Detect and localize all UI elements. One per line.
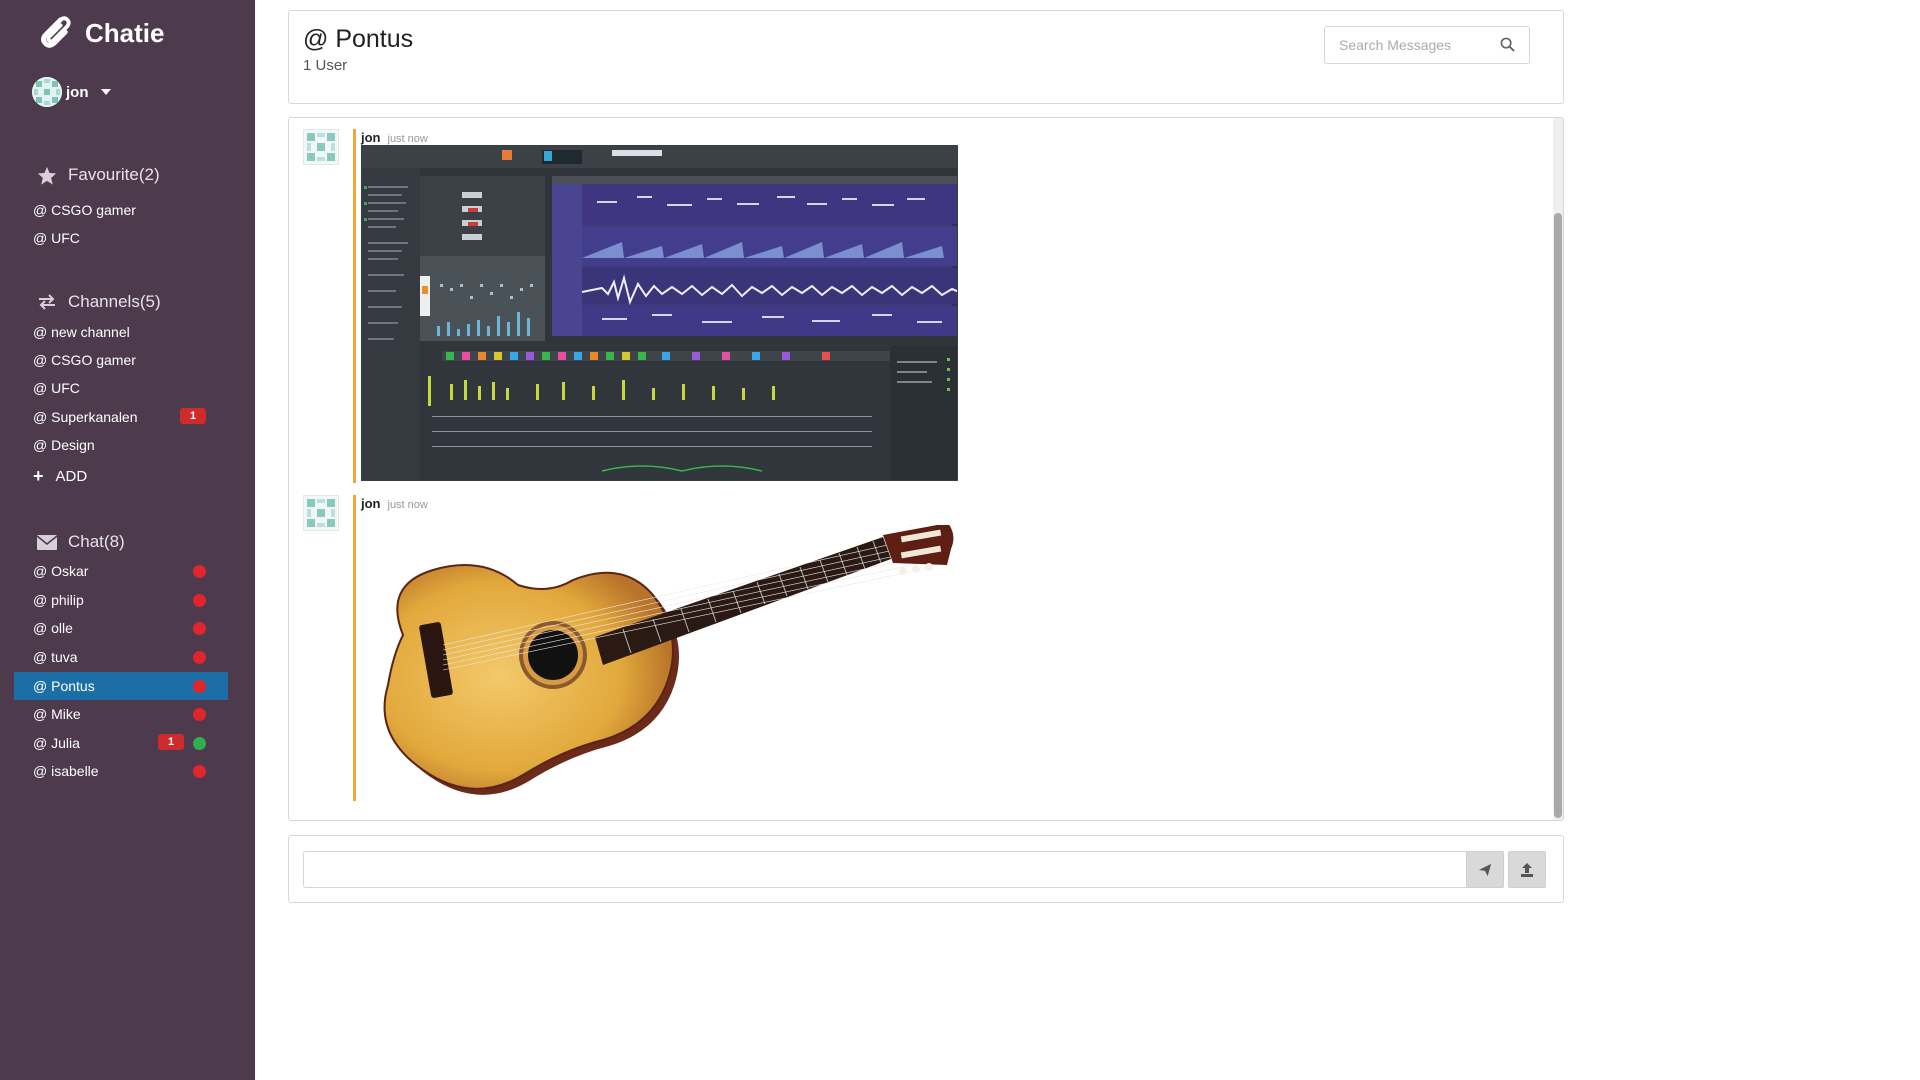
channels-title: Channels(5) bbox=[68, 292, 161, 311]
chat-item-olle[interactable]: @ olle bbox=[14, 614, 228, 642]
sidebar: Chatie jon Favourite(2) @ CSGO gamer @ U… bbox=[0, 0, 255, 1080]
chat-item-tuva[interactable]: @ tuva bbox=[14, 643, 228, 671]
channel-item-new-channel[interactable]: @ new channel bbox=[14, 318, 228, 346]
unread-badge: 1 bbox=[158, 734, 184, 750]
status-dot-offline bbox=[193, 651, 206, 664]
chat-item-oskar[interactable]: @ Oskar bbox=[14, 557, 228, 585]
send-icon bbox=[1478, 863, 1492, 876]
avatar bbox=[32, 77, 62, 107]
user-name: jon bbox=[66, 83, 89, 101]
channel-item-label: @ new channel bbox=[33, 324, 130, 340]
message-accent-bar bbox=[353, 495, 356, 801]
chat-title: Chat(8) bbox=[68, 532, 125, 551]
status-dot-offline bbox=[193, 594, 206, 607]
room-title: @ Pontus bbox=[303, 25, 414, 53]
message-avatar bbox=[303, 129, 339, 165]
upload-icon bbox=[1521, 862, 1533, 877]
chat-item-mike[interactable]: @ Mike bbox=[14, 700, 228, 728]
message: jon just now bbox=[303, 495, 983, 801]
search-icon[interactable] bbox=[1500, 37, 1515, 52]
message-timestamp: just now bbox=[387, 499, 428, 511]
app-name: Chatie bbox=[85, 17, 165, 48]
status-dot-offline bbox=[193, 622, 206, 635]
channel-item-csgo-gamer[interactable]: @ CSGO gamer bbox=[14, 346, 228, 374]
chat-item-pontus[interactable]: @ Pontus bbox=[14, 672, 228, 700]
chat-header[interactable]: Chat(8) bbox=[36, 532, 125, 552]
exchange-arrows-icon bbox=[36, 292, 58, 312]
message-list: jon just now jon just now bbox=[288, 117, 1564, 821]
star-icon bbox=[36, 165, 58, 185]
message-composer bbox=[288, 835, 1564, 903]
add-channel-button[interactable]: + ADD bbox=[33, 466, 87, 487]
add-channel-label: ADD bbox=[55, 468, 88, 485]
chat-item-isabelle[interactable]: @ isabelle bbox=[14, 757, 228, 785]
paperclip-icon bbox=[41, 16, 71, 48]
search-input[interactable] bbox=[1339, 37, 1499, 53]
channels-header[interactable]: Channels(5) bbox=[36, 292, 161, 312]
channel-item-label: @ Design bbox=[33, 437, 95, 453]
envelope-icon bbox=[36, 532, 58, 552]
channel-item-label: @ CSGO gamer bbox=[33, 352, 136, 368]
scrollbar-thumb[interactable] bbox=[1554, 213, 1562, 818]
daw-screenshot-image[interactable] bbox=[361, 145, 958, 481]
favourite-item-csgo-gamer[interactable]: @ CSGO gamer bbox=[14, 196, 228, 224]
caret-down-icon bbox=[100, 89, 111, 95]
message-header: jon just now bbox=[361, 496, 428, 511]
message-timestamp: just now bbox=[387, 133, 428, 145]
favourite-item-label: @ CSGO gamer bbox=[33, 202, 136, 218]
status-dot-offline bbox=[193, 708, 206, 721]
room-user-count: 1 User bbox=[303, 57, 348, 74]
brand[interactable]: Chatie bbox=[34, 14, 164, 52]
message-avatar bbox=[303, 495, 339, 531]
favourite-item-ufc[interactable]: @ UFC bbox=[14, 224, 228, 252]
acoustic-guitar-image[interactable] bbox=[363, 516, 957, 795]
channel-item-superkanalen[interactable]: @ Superkanalen 1 bbox=[14, 403, 228, 431]
channel-item-ufc[interactable]: @ UFC bbox=[14, 374, 228, 402]
chat-item-julia[interactable]: @ Julia 1 bbox=[14, 729, 228, 757]
status-dot-offline bbox=[193, 680, 206, 693]
favourite-item-label: @ UFC bbox=[33, 230, 80, 246]
message-input[interactable] bbox=[303, 851, 1467, 888]
plus-icon: + bbox=[33, 466, 44, 486]
channel-item-label: @ UFC bbox=[33, 380, 80, 396]
status-dot-online bbox=[193, 737, 206, 750]
chat-item-philip[interactable]: @ philip bbox=[14, 586, 228, 614]
message: jon just now bbox=[303, 129, 983, 483]
unread-badge: 1 bbox=[180, 408, 206, 424]
status-dot-offline bbox=[193, 765, 206, 778]
favourites-title: Favourite(2) bbox=[68, 165, 160, 184]
status-dot-offline bbox=[193, 565, 206, 578]
favourites-header[interactable]: Favourite(2) bbox=[36, 165, 160, 185]
send-button[interactable] bbox=[1466, 851, 1504, 888]
search-box[interactable] bbox=[1324, 26, 1530, 64]
message-header: jon just now bbox=[361, 130, 428, 145]
message-author: jon bbox=[361, 130, 381, 145]
upload-button[interactable] bbox=[1508, 851, 1546, 888]
user-menu[interactable]: jon bbox=[32, 77, 111, 107]
room-header: @ Pontus 1 User bbox=[288, 10, 1564, 104]
message-author: jon bbox=[361, 496, 381, 511]
message-accent-bar bbox=[353, 129, 356, 483]
channel-item-design[interactable]: @ Design bbox=[14, 431, 228, 459]
